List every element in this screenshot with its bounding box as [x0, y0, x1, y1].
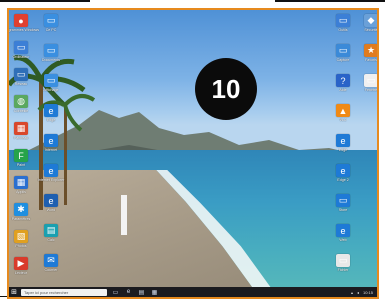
- desktop-shortcut-label: Affichage: [43, 88, 59, 92]
- desktop-shortcut[interactable]: ★ Favoris: [347, 44, 377, 62]
- desktop-shortcut[interactable]: ▭ Store: [319, 194, 367, 212]
- edge-icon: e: [336, 164, 350, 177]
- explorer-taskbar-icon[interactable]: ▤: [137, 288, 146, 297]
- desktop-shortcut[interactable]: ▤ Calc: [27, 224, 75, 242]
- display-icon: ▭: [44, 74, 58, 87]
- taskbar-search-input[interactable]: Taper ici pour rechercher: [21, 288, 107, 296]
- windows-start-icon[interactable]: ⊞: [9, 287, 19, 297]
- settings-icon: ✱: [14, 203, 28, 216]
- desktop-shortcut-label: Réseau: [14, 82, 28, 86]
- edge-icon: e: [336, 224, 350, 237]
- desktop-shortcut[interactable]: ▲ VLC: [319, 104, 367, 122]
- network-icon: ▭: [14, 68, 28, 81]
- top-right-rule: [275, 0, 385, 2]
- mail-icon: ✉: [44, 254, 58, 267]
- step-number: 10: [211, 73, 241, 104]
- desktop-shortcut-label: Paramètres: [11, 217, 31, 221]
- clock[interactable]: 10:15: [363, 290, 373, 295]
- ie-icon: e: [44, 164, 58, 177]
- edge-icon: e: [44, 104, 58, 117]
- paint-icon: F: [14, 149, 28, 162]
- desktop-shortcut-label: Favoris: [365, 58, 377, 62]
- store-taskbar-icon[interactable]: ▦: [150, 288, 159, 297]
- desktop-shortcut[interactable]: ✉ Courrier: [27, 254, 75, 272]
- desktop-shortcut-label: Courrier: [44, 268, 58, 272]
- desktop-shortcut[interactable]: ▭ Affichage: [27, 74, 75, 92]
- desktop-shortcut-label: VLC: [339, 118, 347, 122]
- edge-icon: e: [336, 134, 350, 147]
- desktop-shortcut-label: Documents: [41, 58, 61, 62]
- desktop-shortcut[interactable]: e Web: [319, 224, 367, 242]
- control-panel-icon: ▦: [14, 122, 28, 135]
- desktop-shortcut[interactable]: e Edge: [27, 104, 75, 122]
- desktop-shortcut[interactable]: ◆ Sécurité: [347, 14, 377, 32]
- edge-taskbar-icon[interactable]: e: [124, 288, 133, 297]
- desktop-shortcut-label: Photos: [15, 244, 27, 248]
- task-view-icon[interactable]: ▭: [111, 288, 120, 297]
- desktop[interactable]: 10 ●Programmes Windows▭Ordinateur▭Réseau…: [9, 10, 377, 297]
- desktop-shortcut[interactable]: e Word: [27, 194, 75, 212]
- volume-tray-icon[interactable]: ◂: [357, 290, 359, 295]
- desktop-shortcut-label: Fichier: [337, 268, 349, 272]
- desktop-shortcut-label: Lecteur: [15, 271, 27, 275]
- desktop-shortcut-label: Store: [338, 208, 348, 212]
- screenshot-frame: 10 ●Programmes Windows▭Ordinateur▭Réseau…: [7, 8, 379, 299]
- media-icon: ▶: [14, 257, 28, 270]
- desktop-shortcut-label: Edge: [338, 148, 348, 152]
- edge-icon: e: [44, 134, 58, 147]
- desktop-shortcut-label: Edge: [46, 118, 56, 122]
- desktop-shortcut[interactable]: ▭ Documents: [27, 44, 75, 62]
- beach-post: [121, 195, 127, 235]
- desktop-shortcut-label: Internet: [44, 148, 58, 152]
- network-tray-icon[interactable]: ▴: [351, 290, 353, 295]
- desktop-shortcut-label: Edge 2: [337, 178, 349, 182]
- chrome-icon: ●: [14, 14, 28, 27]
- star-icon: ★: [364, 44, 377, 57]
- taskbar: ⊞ Taper ici pour rechercher ▭ e ▤ ▦ ▴ ◂ …: [9, 287, 377, 297]
- file-icon: ▭: [336, 254, 350, 267]
- step-number-badge: 10: [195, 58, 257, 120]
- app-icon: ▦: [14, 176, 28, 189]
- desktop-shortcut[interactable]: ▭ Fichier: [319, 254, 367, 272]
- desktop-shortcut-label: Aide: [339, 88, 347, 92]
- system-tray: ▴ ◂ 10:15: [351, 290, 377, 295]
- desktop-shortcut-label: Ce PC: [45, 28, 57, 32]
- desktop-shortcut-label: Calc: [47, 238, 55, 242]
- photos-icon: ▧: [14, 230, 28, 243]
- folder-icon: ▭: [14, 41, 28, 54]
- window-icon: ▭: [364, 74, 377, 87]
- recycle-bin-icon: ◍: [14, 95, 28, 108]
- desktop-shortcut[interactable]: e Internet Explorer: [27, 164, 75, 182]
- desktop-shortcut-label: Sécurité: [364, 28, 377, 32]
- shield-icon: ◆: [364, 14, 377, 27]
- desktop-shortcut-label: Word: [46, 208, 56, 212]
- calculator-icon: ▤: [44, 224, 58, 237]
- desktop-shortcut[interactable]: e Edge: [319, 134, 367, 152]
- desktop-shortcut-label: Internet Explorer: [37, 178, 65, 182]
- desktop-shortcut-label: Fenêtre: [364, 88, 377, 92]
- pc-icon: ▭: [44, 14, 58, 27]
- top-left-rule: [0, 0, 90, 2]
- word-icon: e: [44, 194, 58, 207]
- desktop-shortcut[interactable]: e Edge 2: [319, 164, 367, 182]
- vlc-icon: ▲: [336, 104, 350, 117]
- desktop-shortcut-label: Paint: [16, 163, 26, 167]
- desktop-shortcut-label: Applis: [16, 190, 26, 194]
- desktop-shortcut[interactable]: ▭ Ce PC: [27, 14, 75, 32]
- documents-icon: ▭: [44, 44, 58, 57]
- desktop-shortcut-label: Corbeille: [13, 109, 29, 113]
- desktop-shortcut[interactable]: ▭ Fenêtre: [347, 74, 377, 92]
- desktop-shortcut-label: Web: [339, 238, 347, 242]
- desktop-shortcut[interactable]: e Internet: [27, 134, 75, 152]
- store-icon: ▭: [336, 194, 350, 207]
